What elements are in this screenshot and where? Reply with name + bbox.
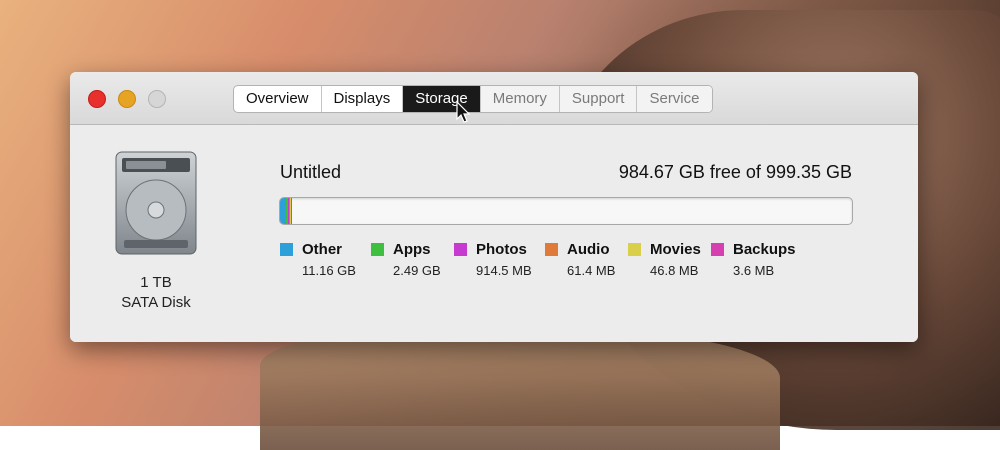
storage-usage-bar xyxy=(279,197,853,225)
volume-name: Untitled xyxy=(280,162,342,182)
legend-value-backups: 3.6 MB xyxy=(733,263,775,278)
storage-usage-fill xyxy=(280,198,292,224)
legend-swatch-apps xyxy=(371,243,384,256)
minimize-window-button[interactable] xyxy=(118,90,136,108)
usage-segment-backups xyxy=(290,198,292,224)
legend-label-audio: Audio xyxy=(567,241,610,258)
legend-swatch-other xyxy=(280,243,293,256)
legend-value-audio: 61.4 MB xyxy=(567,263,616,278)
storage-pane: 1 TB SATA Disk Untitled 984.67 GB free o… xyxy=(70,125,918,342)
disk-type-label: SATA Disk xyxy=(121,294,191,311)
about-this-mac-window: Overview Displays Storage Memory Support… xyxy=(70,72,918,342)
tab-overview[interactable]: Overview xyxy=(234,86,322,112)
legend-value-apps: 2.49 GB xyxy=(393,263,441,278)
legend-value-photos: 914.5 MB xyxy=(476,263,532,278)
legend-label-apps: Apps xyxy=(393,241,431,258)
window-titlebar: Overview Displays Storage Memory Support… xyxy=(70,72,918,125)
close-window-button[interactable] xyxy=(88,90,106,108)
legend-label-other: Other xyxy=(302,241,343,258)
wallpaper-rock-base xyxy=(260,330,780,450)
legend-swatch-audio xyxy=(545,243,558,256)
legend-swatch-movies xyxy=(628,243,641,256)
legend-value-movies: 46.8 MB xyxy=(650,263,699,278)
tab-bar: Overview Displays Storage Memory Support… xyxy=(233,85,713,113)
mouse-pointer-icon xyxy=(456,101,470,123)
legend-swatch-backups xyxy=(711,243,724,256)
disk-capacity-label: 1 TB xyxy=(140,274,172,291)
legend-label-movies: Movies xyxy=(650,241,701,258)
tab-displays[interactable]: Displays xyxy=(322,86,404,112)
tab-service[interactable]: Service xyxy=(637,86,712,112)
legend-label-backups: Backups xyxy=(733,241,796,258)
tab-support[interactable]: Support xyxy=(559,86,638,112)
hard-drive-icon xyxy=(115,151,197,255)
legend-swatch-photos xyxy=(454,243,467,256)
legend-value-other: 11.16 GB xyxy=(302,263,356,278)
zoom-window-button[interactable] xyxy=(148,90,166,108)
free-space-text: 984.67 GB free of 999.35 GB xyxy=(618,162,852,182)
legend-label-photos: Photos xyxy=(476,241,527,258)
tab-memory[interactable]: Memory xyxy=(480,86,560,112)
